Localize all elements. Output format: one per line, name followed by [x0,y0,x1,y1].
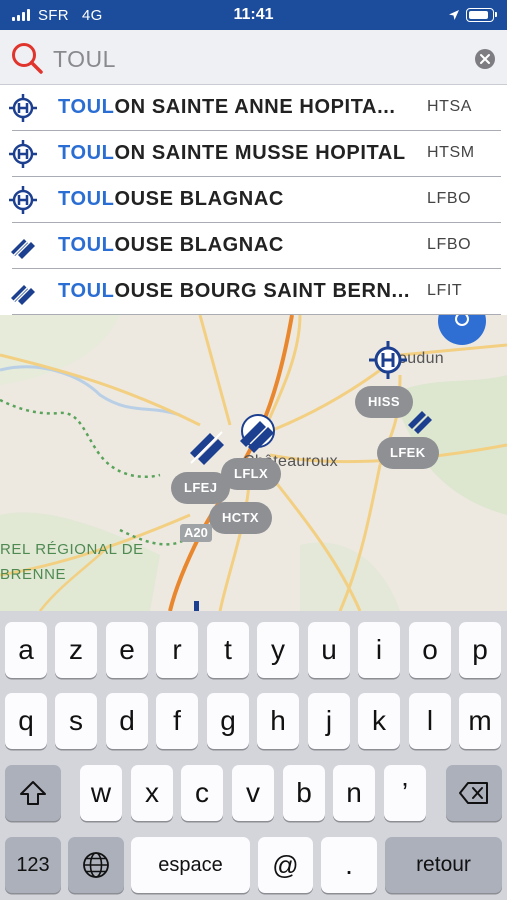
heliport-marker-icon[interactable] [368,340,408,380]
key-k[interactable]: k [358,693,400,749]
key-q[interactable]: q [5,693,47,749]
result-name: TOULOUSE BLAGNAC [58,234,284,256]
battery-icon [466,8,497,22]
search-input[interactable] [53,44,453,74]
heliport-icon [9,186,37,214]
result-name: TOULON SAINTE MUSSE HOPITAL [58,142,406,164]
result-name: TOULOUSE BLAGNAC [58,188,284,210]
heliport-icon [9,140,37,168]
heliport-icon [9,94,37,122]
result-code: LFBO [427,190,472,207]
key-a[interactable]: a [5,622,47,678]
result-item-lfbo-heliport[interactable]: TOULOUSE BLAGNAC LFBO [0,177,507,223]
result-code: HTSM [427,144,475,161]
map-view[interactable]: oudun Châteauroux REL RÉGIONAL DE BRENNE… [0,315,507,611]
result-item-htsm[interactable]: TOULON SAINTE MUSSE HOPITAL HTSM [0,131,507,177]
result-item-lfit[interactable]: TOULOUSE BOURG SAINT BERN... LFIT [0,269,507,315]
result-name: TOULOUSE BOURG SAINT BERN... [58,280,411,302]
key-w[interactable]: w [80,765,122,821]
key-j[interactable]: j [308,693,350,749]
map-pill-hctx[interactable]: HCTX [209,502,272,534]
key-p[interactable]: p [459,622,501,678]
airport-marker-icon[interactable] [234,411,278,455]
map-pill-lflx[interactable]: LFLX [221,458,282,490]
airport-icon [11,280,35,305]
airport-marker-icon[interactable] [186,423,228,467]
road-number-badge: A20 [180,524,212,542]
search-bar [0,30,507,85]
key-b[interactable]: b [283,765,325,821]
key-e[interactable]: e [106,622,148,678]
globe-key[interactable] [68,837,124,893]
key-s[interactable]: s [55,693,97,749]
map-pill-hiss[interactable]: HISS [355,386,413,418]
key-m[interactable]: m [459,693,501,749]
result-item-lfbo-airport[interactable]: TOULOUSE BLAGNAC LFBO [0,223,507,269]
key-v[interactable]: v [232,765,274,821]
search-results-list: TOULON SAINTE ANNE HOPITA... HTSA TOULON… [0,85,507,315]
key-n[interactable]: n [333,765,375,821]
result-name: TOULON SAINTE ANNE HOPITA... [58,96,396,118]
space-key[interactable]: espace [131,837,250,893]
status-bar: SFR 4G 11:41 [0,0,507,30]
airport-icon [11,234,35,259]
key-h[interactable]: h [257,693,299,749]
key-d[interactable]: d [106,693,148,749]
result-code: HTSA [427,98,473,115]
keyboard: a z e r t y u i o p q s d f g h j k l m … [0,611,507,900]
clear-search-icon[interactable] [474,48,496,70]
key-z[interactable]: z [55,622,97,678]
return-key[interactable]: retour [385,837,502,893]
key-y[interactable]: y [257,622,299,678]
key-o[interactable]: o [409,622,451,678]
map-pill-lfek[interactable]: LFEK [377,437,439,469]
backspace-key[interactable] [446,765,502,821]
clock: 11:41 [233,6,274,23]
key-r[interactable]: r [156,622,198,678]
search-icon [12,43,43,74]
key-f[interactable]: f [156,693,198,749]
map-pill-lfej[interactable]: LFEJ [171,472,231,504]
location-arrow-icon [449,10,459,20]
numbers-key[interactable]: 123 [5,837,61,893]
period-key[interactable]: . [321,837,377,893]
map-label-park: REL RÉGIONAL DE [0,541,144,558]
key-t[interactable]: t [207,622,249,678]
shift-key[interactable] [5,765,61,821]
key-u[interactable]: u [308,622,350,678]
key-l[interactable]: l [409,693,451,749]
key-c[interactable]: c [181,765,223,821]
key-g[interactable]: g [207,693,249,749]
map-label-park-name: BRENNE [0,566,67,583]
globe-icon [83,852,109,878]
result-code: LFBO [427,236,472,253]
result-code: LFIT [427,282,463,299]
at-key[interactable]: @ [258,837,313,893]
shift-icon [20,781,46,805]
key-apostrophe[interactable]: ’ [384,765,426,821]
result-item-htsa[interactable]: TOULON SAINTE ANNE HOPITA... HTSA [0,85,507,131]
backspace-icon [459,782,488,804]
key-x[interactable]: x [131,765,173,821]
key-i[interactable]: i [358,622,400,678]
